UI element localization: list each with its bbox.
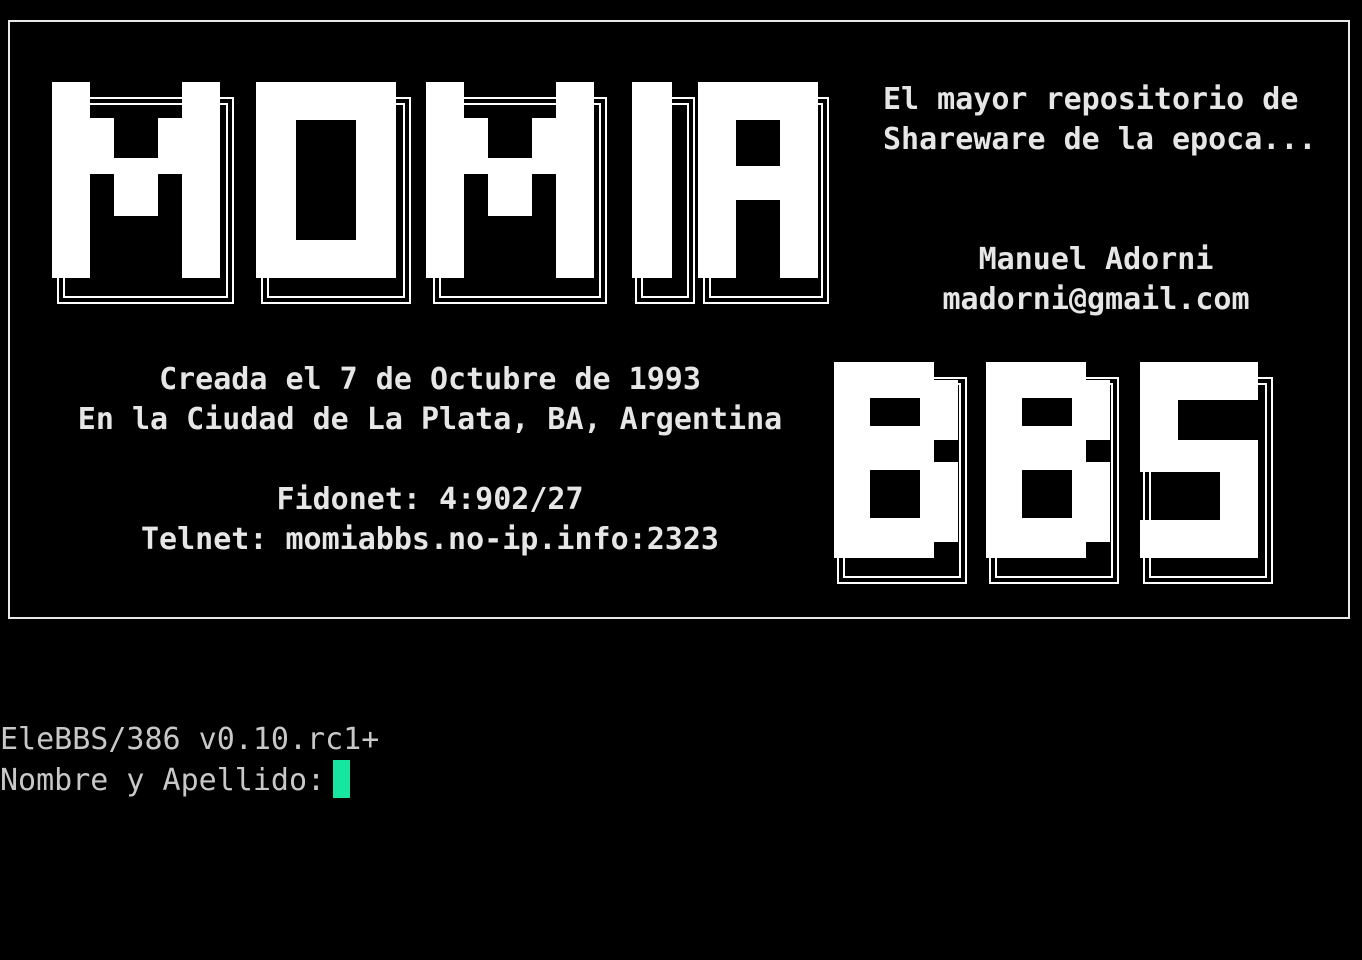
- creation-date-text: Creada el 7 de Octubre de 1993: [159, 362, 701, 397]
- bbs-version-line: EleBBS/386 v0.10.rc1+: [0, 722, 380, 757]
- fidonet-value: 4:902/27: [439, 482, 584, 517]
- login-prompt[interactable]: Nombre y Apellido:: [0, 760, 351, 801]
- momia-logo-art: [52, 82, 829, 304]
- tagline-line-2: Shareware de la epoca...: [883, 122, 1317, 157]
- tagline-line-1: El mayor repositorio de: [883, 82, 1299, 117]
- location-text: En la Ciudad de La Plata, BA, Argentina: [77, 402, 783, 437]
- fidonet-label: Fidonet:: [276, 482, 421, 517]
- author-name: Manuel Adorni: [978, 242, 1214, 277]
- bbs-ansi-logo: [832, 358, 1277, 588]
- telnet-address: Telnet: momiabbs.no-ip.info:2323: [70, 520, 790, 560]
- login-prompt-label: Nombre y Apellido:: [0, 763, 326, 798]
- telnet-value: momiabbs.no-ip.info:2323: [285, 522, 719, 557]
- text-cursor[interactable]: [333, 760, 351, 798]
- telnet-label: Telnet:: [141, 522, 268, 557]
- momia-ansi-logo: [48, 78, 838, 308]
- author-email: madorni@gmail.com: [942, 282, 1250, 317]
- bbs-logo-art: [834, 362, 1273, 584]
- fidonet-address: Fidonet: 4:902/27: [70, 480, 790, 520]
- terminal-screen: El mayor repositorio de Shareware de la …: [0, 0, 1362, 960]
